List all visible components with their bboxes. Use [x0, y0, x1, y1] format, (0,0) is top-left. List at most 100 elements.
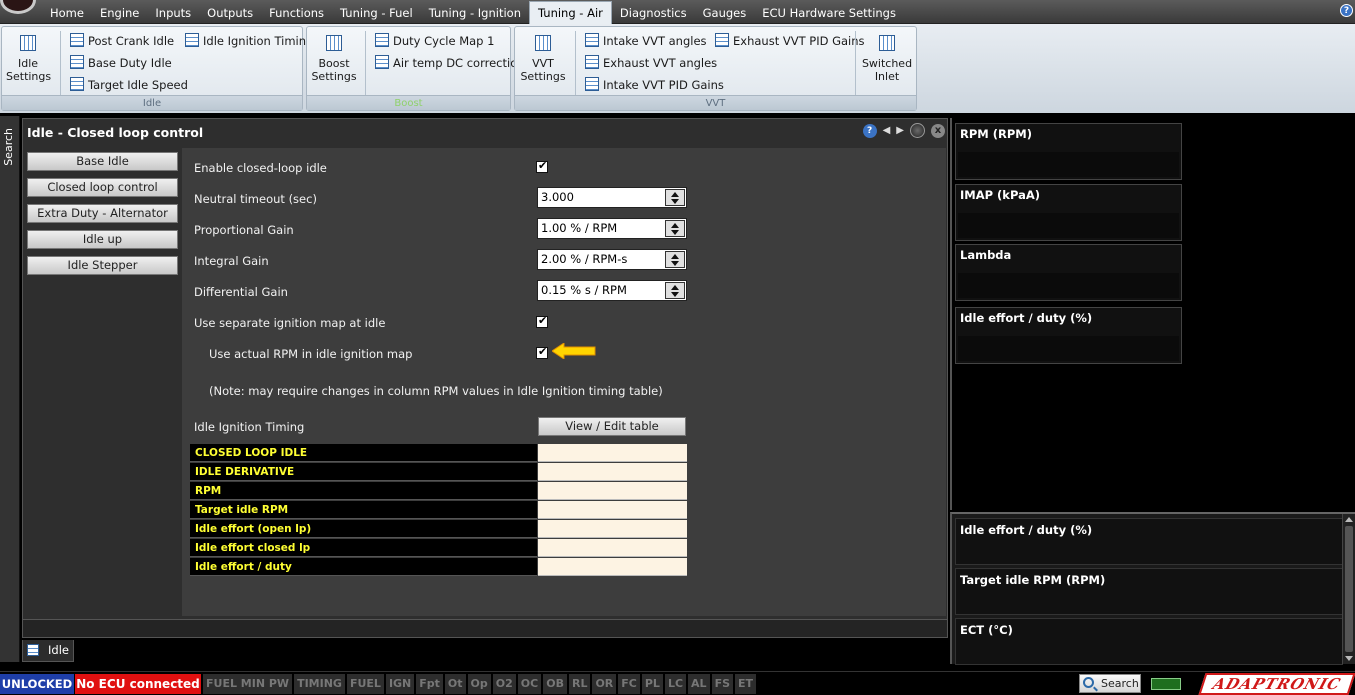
panel-footer	[23, 619, 947, 637]
gauge-idle-effort-duty[interactable]: Idle effort / duty (%)	[955, 518, 1343, 565]
spinner-icon[interactable]	[665, 251, 685, 268]
spinner-icon[interactable]	[665, 282, 685, 299]
app-logo[interactable]	[0, 0, 36, 14]
gauge-target-idle-rpm[interactable]: Target idle RPM (RPM)	[955, 568, 1343, 615]
table-row-label: CLOSED LOOP IDLE	[190, 444, 537, 462]
exhaust-vvt-pid-gains-button[interactable]: Exhaust VVT PID Gains	[715, 32, 865, 50]
tab-inputs[interactable]: Inputs	[147, 0, 199, 24]
table-row-value	[538, 463, 687, 481]
status-flags: FUEL MIN PW TIMING FUEL IGN Fpt Ot Op O2…	[203, 674, 757, 694]
scroll-down-icon[interactable]	[1345, 656, 1353, 661]
base-duty-idle-label: Base Duty Idle	[88, 56, 172, 70]
duty-cycle-map-1-button[interactable]: Duty Cycle Map 1	[375, 32, 494, 50]
gauge-idle-effort[interactable]: Idle effort / duty (%)	[955, 307, 1182, 364]
actual-rpm-checkbox[interactable]	[536, 345, 548, 359]
vvt-settings-button[interactable]: VVT Settings	[519, 33, 567, 83]
adaptronic-logo: ADAPTRONIC	[1198, 673, 1355, 695]
idle-stepper-button[interactable]: Idle Stepper	[27, 256, 178, 275]
table-icon	[70, 33, 84, 47]
status-flag: OB	[543, 674, 567, 694]
enable-closed-loop-checkbox[interactable]	[536, 159, 548, 173]
differential-gain-field[interactable]: 0.15 % s / RPM	[537, 280, 687, 301]
tab-engine[interactable]: Engine	[92, 0, 147, 24]
scroll-up-icon[interactable]	[1345, 517, 1353, 522]
gauge-lambda[interactable]: Lambda	[955, 244, 1182, 301]
tab-functions[interactable]: Functions	[261, 0, 332, 24]
status-flag: IGN	[385, 674, 415, 694]
gauge-readout	[958, 273, 1179, 298]
scroll-thumb[interactable]	[1345, 526, 1353, 652]
tab-diagnostics[interactable]: Diagnostics	[612, 0, 695, 24]
base-duty-idle-button[interactable]: Base Duty Idle	[70, 54, 172, 72]
divider	[365, 31, 366, 95]
close-icon[interactable]: x	[931, 123, 945, 138]
proportional-gain-field[interactable]: 1.00 % / RPM	[537, 218, 687, 239]
back-arrow-icon[interactable]: ◀	[883, 125, 891, 136]
air-temp-dc-correction-button[interactable]: Air temp DC correction	[375, 54, 525, 72]
base-idle-button[interactable]: Base Idle	[27, 152, 178, 171]
target-idle-speed-button[interactable]: Target Idle Speed	[70, 76, 188, 94]
pointer-arrow-icon	[552, 343, 596, 359]
neutral-timeout-field[interactable]: 3.000	[537, 187, 687, 208]
status-flag: Fpt	[416, 674, 443, 694]
spinner-icon[interactable]	[665, 189, 685, 206]
view-edit-table-button[interactable]: View / Edit table	[538, 417, 686, 436]
search-sidebar[interactable]: Search	[0, 116, 20, 662]
exhaust-vvt-pid-gains-label: Exhaust VVT PID Gains	[733, 34, 865, 48]
differential-gain-label: Differential Gain	[194, 285, 288, 299]
actual-rpm-label: Use actual RPM in idle ignition map	[209, 347, 413, 361]
tab-tuning-ignition[interactable]: Tuning - Ignition	[421, 0, 529, 24]
gauge-rpm[interactable]: RPM (RPM)	[955, 123, 1182, 180]
intake-vvt-angles-button[interactable]: Intake VVT angles	[585, 32, 707, 50]
gauge-label: IMAP (kPaA)	[960, 188, 1040, 202]
table-row: Idle effort / duty	[190, 558, 687, 576]
post-crank-idle-button[interactable]: Post Crank Idle	[70, 32, 174, 50]
status-flag: FUEL MIN PW	[203, 674, 293, 694]
gauge-panel: RPM (RPM) IMAP (kPaA) Lambda Idle effort…	[950, 118, 1355, 510]
tab-gauges[interactable]: Gauges	[695, 0, 755, 24]
help-icon[interactable]: ?	[862, 123, 877, 138]
switched-inlet-button[interactable]: Switched Inlet	[861, 33, 913, 83]
spinner-icon[interactable]	[665, 220, 685, 237]
gauge-list-panel: Idle effort / duty (%) Target idle RPM (…	[950, 512, 1355, 665]
boost-settings-button[interactable]: Boost Settings	[311, 33, 357, 83]
intake-vvt-pid-gains-button[interactable]: Intake VVT PID Gains	[585, 76, 724, 94]
gauge-imap[interactable]: IMAP (kPaA)	[955, 184, 1182, 241]
boost-settings-label: Boost Settings	[311, 57, 357, 83]
gauge-label: ECT (°C)	[960, 623, 1013, 637]
idle-settings-button[interactable]: Idle Settings	[6, 33, 51, 83]
search-button[interactable]: Search	[1079, 674, 1141, 693]
idle-ignition-timing-button[interactable]: Idle Ignition Timing	[185, 32, 313, 50]
idle-up-button[interactable]: Idle up	[27, 230, 178, 249]
proportional-gain-value: 1.00 % / RPM	[541, 221, 618, 235]
table-row-value	[538, 482, 687, 500]
extra-duty-alternator-button[interactable]: Extra Duty - Alternator	[27, 204, 178, 223]
ribbon-group-boost: Boost Settings Duty Cycle Map 1 Air temp…	[306, 26, 525, 111]
forward-arrow-icon[interactable]: ▶	[896, 125, 904, 136]
gauge-ect[interactable]: ECT (°C)	[955, 618, 1343, 665]
tab-tuning-air[interactable]: Tuning - Air	[529, 1, 612, 26]
separate-ignition-map-checkbox[interactable]	[536, 314, 548, 328]
integral-gain-field[interactable]: 2.00 % / RPM-s	[537, 249, 687, 270]
panel-title: Idle - Closed loop control	[27, 125, 204, 140]
differential-gain-value: 0.15 % s / RPM	[541, 283, 627, 297]
menu-bar: Home Engine Inputs Outputs Functions Tun…	[0, 0, 1355, 26]
window-tab-idle[interactable]: Idle	[22, 640, 74, 662]
tab-home[interactable]: Home	[42, 0, 92, 24]
gauge-scrollbar[interactable]	[1342, 514, 1355, 664]
neutral-timeout-value: 3.000	[541, 190, 574, 204]
help-icon[interactable]: ?	[1340, 4, 1353, 17]
closed-loop-control-button[interactable]: Closed loop control	[27, 178, 178, 197]
target-idle-speed-label: Target Idle Speed	[88, 78, 188, 92]
table-row: IDLE DERIVATIVE	[190, 463, 687, 481]
status-bar: UNLOCKED No ECU connected FUEL MIN PW TI…	[0, 671, 1355, 695]
enable-closed-loop-label: Enable closed-loop idle	[194, 161, 327, 175]
integral-gain-value: 2.00 % / RPM-s	[541, 252, 628, 266]
tab-outputs[interactable]: Outputs	[199, 0, 261, 24]
gauge-icon[interactable]	[910, 123, 925, 138]
tab-tuning-fuel[interactable]: Tuning - Fuel	[332, 0, 421, 24]
tab-ecu-hardware-settings[interactable]: ECU Hardware Settings	[754, 0, 904, 24]
table-row: CLOSED LOOP IDLE	[190, 444, 687, 462]
switched-inlet-label: Switched Inlet	[861, 57, 913, 83]
exhaust-vvt-angles-button[interactable]: Exhaust VVT angles	[585, 54, 717, 72]
